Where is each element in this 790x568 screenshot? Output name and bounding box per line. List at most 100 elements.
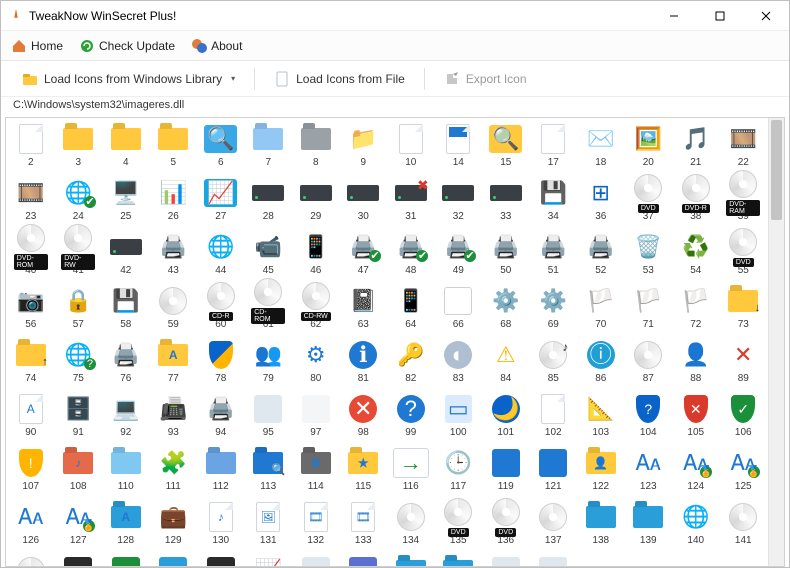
icon-cell-141[interactable]: 141	[721, 500, 767, 552]
icon-cell-102[interactable]: 102	[531, 392, 577, 444]
icon-cell-69[interactable]: ⚙️ 69	[531, 284, 577, 336]
icon-cell-132[interactable]: 🎞 132	[293, 500, 339, 552]
icon-cell-123[interactable]: 🗛 123	[626, 446, 672, 498]
icon-cell-127[interactable]: 🗛🏅 127	[56, 500, 102, 552]
icon-cell-73[interactable]: ↓ 73	[721, 284, 767, 336]
icon-cell-124[interactable]: 🗛🏅 124	[673, 446, 719, 498]
icon-cell-10[interactable]: 10	[388, 122, 434, 174]
close-button[interactable]	[743, 1, 789, 31]
icon-cell-117[interactable]: 🕒 117	[436, 446, 482, 498]
load-from-library-button[interactable]: Load Icons from Windows Library	[13, 66, 244, 92]
icon-cell-104[interactable]: ? 104	[626, 392, 672, 444]
icon-cell-5[interactable]: 5	[151, 122, 197, 174]
icon-cell-137[interactable]: 137	[531, 500, 577, 552]
icon-cell-58[interactable]: 💾 58	[103, 284, 149, 336]
icon-cell-68[interactable]: ⚙️ 68	[483, 284, 529, 336]
icon-cell-121[interactable]: 121	[531, 446, 577, 498]
icon-cell-110[interactable]: 110	[103, 446, 149, 498]
icon-cell-147[interactable]: 📈 147	[246, 554, 292, 566]
icon-cell-47[interactable]: 🖨️✔ 47	[341, 230, 387, 282]
icon-cell-52[interactable]: 🖨️ 52	[578, 230, 624, 282]
icon-cell-81[interactable]: ℹ 81	[341, 338, 387, 390]
scrollbar-thumb[interactable]	[771, 120, 782, 220]
icon-cell-105[interactable]: ✕ 105	[673, 392, 719, 444]
icon-cell-40[interactable]: DVD-ROM 40	[8, 230, 54, 282]
icon-cell-61[interactable]: CD-ROM 61	[246, 284, 292, 336]
icon-cell-44[interactable]: 🌐 44	[198, 230, 244, 282]
icon-cell-82[interactable]: 🔑 82	[388, 338, 434, 390]
menu-about[interactable]: About	[191, 38, 242, 54]
icon-cell-21[interactable]: 🎵 21	[673, 122, 719, 174]
icon-cell-33[interactable]: 33	[483, 176, 529, 228]
icon-cell-116[interactable]: → 116	[388, 446, 434, 498]
icon-cell-18[interactable]: ✉️ 18	[578, 122, 624, 174]
icon-cell-88[interactable]: 👤 88	[673, 338, 719, 390]
icon-cell-29[interactable]: 29	[293, 176, 339, 228]
menu-check-update[interactable]: Check Update	[79, 38, 175, 54]
icon-cell-75[interactable]: 🌐? 75	[56, 338, 102, 390]
icon-cell-50[interactable]: 🖨️ 50	[483, 230, 529, 282]
icon-cell-84[interactable]: ⚠ 84	[483, 338, 529, 390]
icon-cell-37[interactable]: DVD 37	[626, 176, 672, 228]
icon-cell-63[interactable]: 📓 63	[341, 284, 387, 336]
icon-cell-55[interactable]: DVD 55	[721, 230, 767, 282]
icon-cell-115[interactable]: ★ 115	[341, 446, 387, 498]
icon-cell-148[interactable]: 148	[293, 554, 339, 566]
icon-cell-119[interactable]: 119	[483, 446, 529, 498]
icon-cell-8[interactable]: 8	[293, 122, 339, 174]
icon-cell-135[interactable]: DVD 135	[436, 500, 482, 552]
icon-cell-79[interactable]: 👥 79	[246, 338, 292, 390]
icon-cell-62[interactable]: CD-RW 62	[293, 284, 339, 336]
icon-cell-41[interactable]: DVD-RW 41	[56, 230, 102, 282]
icon-cell-25[interactable]: 🖥️ 25	[103, 176, 149, 228]
icon-cell-49[interactable]: 🖨️✔ 49	[436, 230, 482, 282]
icon-cell-151[interactable]: 151	[436, 554, 482, 566]
icon-cell-30[interactable]: 30	[341, 176, 387, 228]
icon-cell-39[interactable]: DVD-RAM 39	[721, 176, 767, 228]
icon-cell-70[interactable]: 🏳️ 70	[578, 284, 624, 336]
icon-cell-130[interactable]: ♪ 130	[198, 500, 244, 552]
icon-cell-36[interactable]: ⊞ 36	[578, 176, 624, 228]
icon-cell-97[interactable]: 97	[293, 392, 339, 444]
icon-cell-15[interactable]: 🔍 15	[483, 122, 529, 174]
icon-cell-113[interactable]: 🔍 113	[246, 446, 292, 498]
icon-cell-85[interactable]: ♪ 85	[531, 338, 577, 390]
icon-cell-128[interactable]: A 128	[103, 500, 149, 552]
icon-cell-139[interactable]: 139	[626, 500, 672, 552]
icon-cell-48[interactable]: 🖨️✔ 48	[388, 230, 434, 282]
icon-cell-56[interactable]: 📷 56	[8, 284, 54, 336]
icon-cell-134[interactable]: 134	[388, 500, 434, 552]
icon-cell-98[interactable]: ✕ 98	[341, 392, 387, 444]
icon-cell-60[interactable]: CD-R 60	[198, 284, 244, 336]
icon-cell-99[interactable]: ? 99	[388, 392, 434, 444]
icon-cell-43[interactable]: 🖨️ 43	[151, 230, 197, 282]
icon-cell-53[interactable]: 🗑️ 53	[626, 230, 672, 282]
icon-cell-59[interactable]: 59	[151, 284, 197, 336]
icon-cell-83[interactable]: ◐ 83	[436, 338, 482, 390]
icon-cell-2[interactable]: 2	[8, 122, 54, 174]
icon-cell-144[interactable]: 144	[103, 554, 149, 566]
icon-cell-140[interactable]: 🌐 140	[673, 500, 719, 552]
icon-cell-7[interactable]: 7	[246, 122, 292, 174]
icon-cell-42[interactable]: 42	[103, 230, 149, 282]
icon-cell-45[interactable]: 📹 45	[246, 230, 292, 282]
icon-cell-101[interactable]: 🌙 101	[483, 392, 529, 444]
icon-cell-9[interactable]: 📁 9	[341, 122, 387, 174]
icon-cell-6[interactable]: 🔍 6	[198, 122, 244, 174]
icon-cell-3[interactable]: 3	[56, 122, 102, 174]
icon-cell-32[interactable]: 32	[436, 176, 482, 228]
icon-cell-90[interactable]: A 90	[8, 392, 54, 444]
icon-cell-107[interactable]: ! 107	[8, 446, 54, 498]
icon-cell-152[interactable]: 152	[483, 554, 529, 566]
icon-cell-71[interactable]: 🏳️ 71	[626, 284, 672, 336]
icon-cell-86[interactable]: ⓘ 86	[578, 338, 624, 390]
icon-cell-23[interactable]: 🎞️ 23	[8, 176, 54, 228]
icon-cell-20[interactable]: 🖼️ 20	[626, 122, 672, 174]
icon-cell-76[interactable]: 🖨️ 76	[103, 338, 149, 390]
icon-cell-93[interactable]: 📠 93	[151, 392, 197, 444]
icon-cell-77[interactable]: A 77	[151, 338, 197, 390]
icon-cell-153[interactable]: 153	[531, 554, 577, 566]
icon-cell-26[interactable]: 📊 26	[151, 176, 197, 228]
icon-cell-27[interactable]: 📈 27	[198, 176, 244, 228]
vertical-scrollbar[interactable]	[768, 118, 784, 566]
